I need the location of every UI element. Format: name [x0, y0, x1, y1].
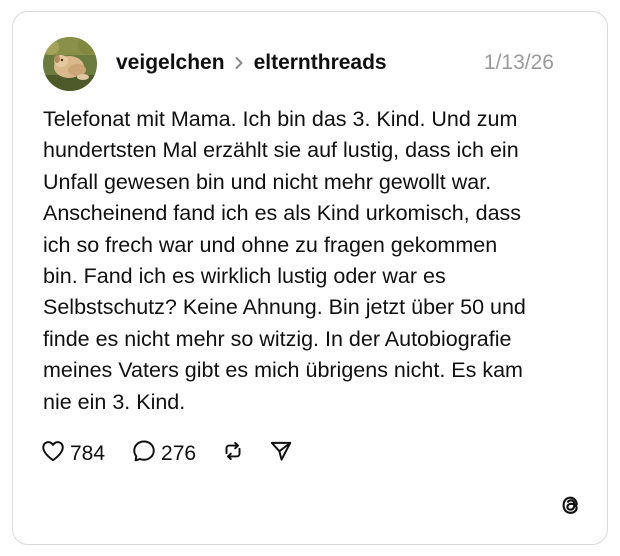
share-button[interactable] [268, 438, 294, 470]
threads-logo-icon[interactable] [559, 492, 583, 518]
post-header: veigelchen elternthreads [116, 50, 387, 76]
speech-bubble-icon [131, 438, 157, 470]
post-date[interactable]: 1/13/26 [484, 50, 554, 76]
like-button[interactable]: 784 [40, 438, 105, 470]
repost-icon [220, 438, 246, 470]
reply-count: 276 [161, 442, 197, 465]
post-text: Telefonat mit Mama. Ich bin das 3. Kind.… [43, 107, 526, 414]
community-name[interactable]: elternthreads [254, 51, 387, 75]
avatar[interactable] [43, 37, 97, 91]
action-bar: 784 276 [40, 438, 294, 470]
like-count: 784 [70, 442, 106, 465]
reply-button[interactable]: 276 [131, 438, 196, 470]
repost-button[interactable] [220, 438, 246, 470]
chevron-right-icon [234, 56, 244, 70]
author-name[interactable]: veigelchen [116, 51, 225, 75]
heart-icon [40, 438, 66, 470]
paper-plane-icon [268, 438, 294, 470]
